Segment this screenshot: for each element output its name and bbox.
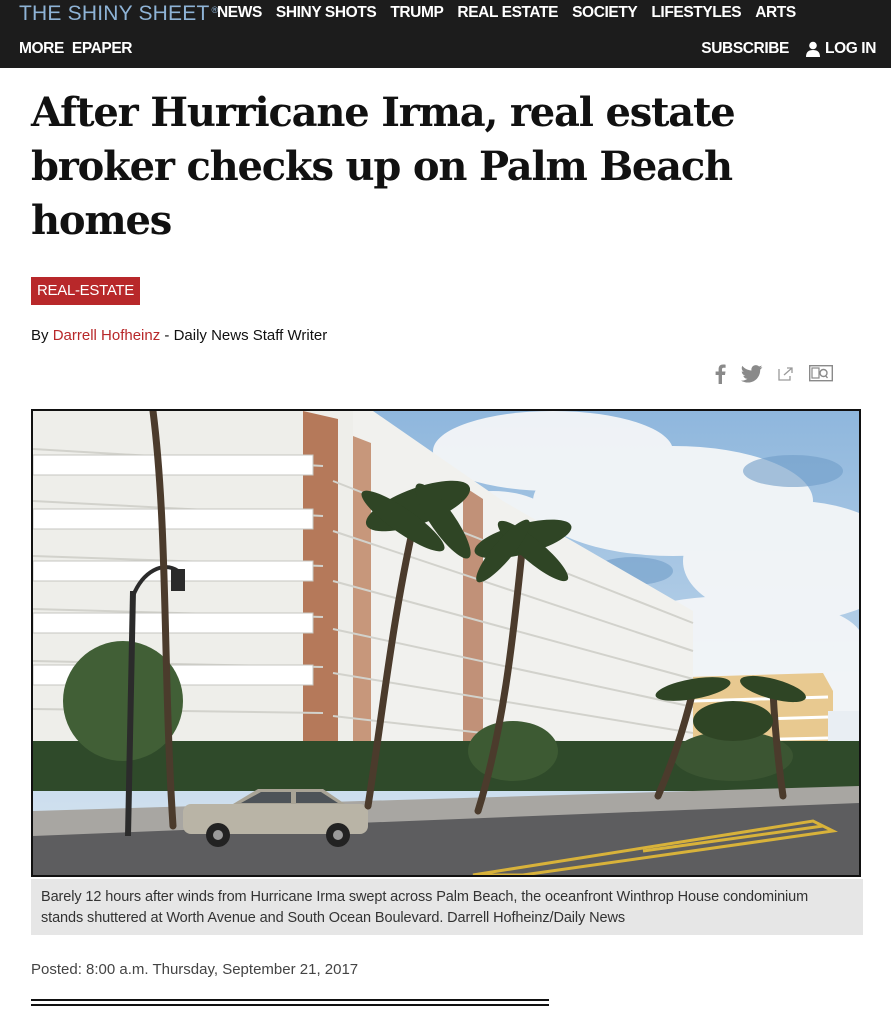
article-photo[interactable] bbox=[31, 409, 861, 877]
author-link[interactable]: Darrell Hofheinz bbox=[53, 327, 161, 344]
site-logo-text[interactable]: THE SHINY SHEET bbox=[19, 2, 209, 26]
posted-timestamp: Posted: 8:00 a.m. Thursday, September 21… bbox=[31, 961, 359, 978]
nav-link-news[interactable]: NEWS bbox=[217, 4, 262, 22]
primary-nav: NEWS SHINY SHOTS TRUMP REAL ESTATE SOCIE… bbox=[217, 4, 796, 22]
site-logo[interactable]: THE SHINY SHEET ® bbox=[19, 2, 218, 28]
user-icon bbox=[805, 41, 821, 57]
share-toolbar bbox=[713, 364, 833, 384]
nav-link-shiny-shots[interactable]: SHINY SHOTS bbox=[276, 4, 377, 22]
nav-link-epaper[interactable]: EPAPER bbox=[72, 40, 133, 58]
section-divider bbox=[31, 999, 549, 1006]
nav-link-arts[interactable]: ARTS bbox=[755, 4, 796, 22]
facebook-icon[interactable] bbox=[713, 364, 727, 384]
top-navigation-bar: THE SHINY SHEET ® NEWS SHINY SHOTS TRUMP … bbox=[0, 0, 891, 68]
nav-link-real-estate[interactable]: REAL ESTATE bbox=[457, 4, 558, 22]
comments-icon[interactable] bbox=[809, 365, 833, 383]
share-icon[interactable] bbox=[777, 366, 795, 382]
account-nav: SUBSCRIBE LOG IN bbox=[701, 40, 876, 58]
login-label[interactable]: LOG IN bbox=[825, 40, 876, 58]
nav-link-trump[interactable]: TRUMP bbox=[390, 4, 444, 22]
nav-link-society[interactable]: SOCIETY bbox=[572, 4, 638, 22]
byline-prefix: By bbox=[31, 327, 53, 344]
photo-caption: Barely 12 hours after winds from Hurrica… bbox=[31, 879, 863, 935]
nav-link-lifestyles[interactable]: LIFESTYLES bbox=[651, 4, 741, 22]
byline-suffix: - Daily News Staff Writer bbox=[160, 327, 328, 344]
secondary-nav: MORE EPAPER bbox=[19, 40, 133, 58]
subscribe-link[interactable]: SUBSCRIBE bbox=[701, 40, 789, 58]
login-link[interactable]: LOG IN bbox=[805, 40, 876, 58]
category-badge[interactable]: REAL-ESTATE bbox=[31, 277, 140, 305]
byline: By Darrell Hofheinz - Daily News Staff W… bbox=[31, 327, 327, 344]
article-headline: After Hurricane Irma, real estate broker… bbox=[31, 89, 736, 244]
nav-link-more[interactable]: MORE bbox=[19, 40, 64, 58]
twitter-icon[interactable] bbox=[741, 365, 763, 383]
